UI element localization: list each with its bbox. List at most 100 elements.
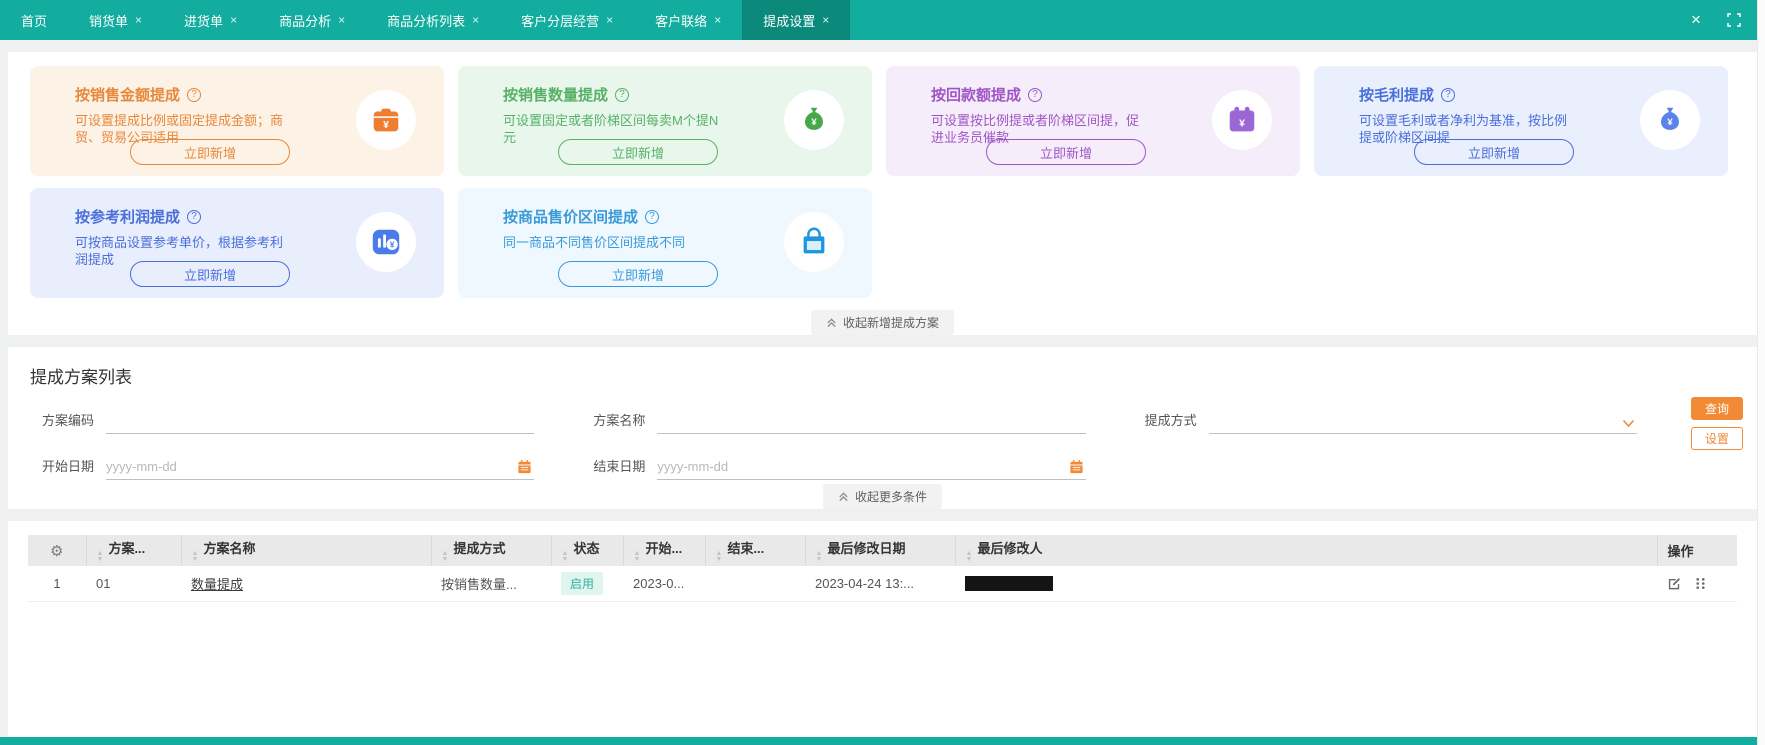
add-now-button[interactable]: 立即新增 [130, 261, 290, 287]
tab-label: 客户联络 [655, 13, 708, 29]
svg-text:¥: ¥ [1667, 117, 1673, 128]
tab[interactable]: 客户分层经营 × [500, 0, 634, 40]
sort-arrows-icon[interactable]: ▲ ▼ [562, 550, 569, 563]
card-gross-profit-commission: 按毛利提成 ? 可设置毛利或者净利为基准，按比例提或阶梯区间提 立即新增 ¥ [1314, 66, 1728, 176]
card-title: 按商品售价区间提成 [503, 209, 639, 226]
sort-arrows-icon[interactable]: ▲ ▼ [442, 550, 449, 563]
tab-close-icon[interactable]: × [135, 13, 142, 27]
tab-list: 首页 销货单 × 进货单 × 商品分析 × 商品分析列表 × 客户分层经营 × … [0, 0, 851, 40]
sort-arrows-icon[interactable]: ▲ ▼ [966, 550, 973, 563]
scheme-name-field: 方案名称 [589, 408, 1086, 434]
tab-label: 商品分析列表 [387, 13, 466, 29]
search-button[interactable]: 查询 [1691, 397, 1743, 420]
column-header[interactable]: ▲ ▼ 方案... [86, 535, 182, 566]
add-now-button[interactable]: 立即新增 [1414, 139, 1574, 165]
tab[interactable]: 销货单 × [68, 0, 163, 40]
sort-arrows-icon[interactable]: ▲ ▼ [97, 550, 104, 563]
tab-label: 客户分层经营 [521, 13, 600, 29]
column-header[interactable]: ▲ ▼ 最后修改日期 [805, 535, 956, 566]
sort-arrows-icon[interactable]: ▲ ▼ [816, 550, 823, 563]
row-modified-date: 2023-04-24 13:... [805, 566, 955, 602]
edit-icon[interactable] [1667, 576, 1682, 591]
svg-text:¥: ¥ [811, 117, 817, 128]
card-title: 按毛利提成 [1359, 87, 1435, 104]
card-description: 同一商品不同售价区间提成不同 [503, 235, 686, 250]
help-icon[interactable]: ? [187, 87, 202, 102]
moneybag-yen-icon: ¥ [784, 90, 844, 150]
tab[interactable]: 提成设置 × [742, 0, 851, 40]
add-now-button[interactable]: 立即新增 [130, 139, 290, 165]
settings-button[interactable]: 设置 [1691, 427, 1743, 450]
commission-method-label: 提成方式 [1144, 413, 1197, 428]
commission-cards-panel: 按销售金额提成 ? 可设置提成比例或固定提成金额；商贸、贸易公司适用 立即新增 … [8, 52, 1757, 335]
scheme-name-link[interactable]: 数量提成 [191, 577, 243, 592]
sort-arrows-icon[interactable]: ▲ ▼ [716, 550, 723, 563]
calendar-yen-icon: ¥ [1212, 90, 1272, 150]
scheme-code-field: 方案编码 [38, 408, 535, 434]
column-header[interactable]: ▲ ▼ 提成方式 [431, 535, 552, 566]
scheme-code-input[interactable] [106, 413, 535, 428]
svg-text:¥: ¥ [1239, 119, 1245, 130]
start-date-input[interactable] [106, 459, 535, 474]
close-all-tabs-icon[interactable]: × [1679, 0, 1713, 40]
status-badge: 启用 [561, 571, 604, 595]
commission-method-select[interactable] [1208, 413, 1637, 428]
section-title: 提成方案列表 [30, 368, 132, 387]
column-header[interactable]: ▲ ▼ 状态 [551, 535, 624, 566]
add-now-button[interactable]: 立即新增 [986, 139, 1146, 165]
grid-dots-icon[interactable] [1694, 577, 1707, 590]
card-payment-collection-commission: 按回款额提成 ? 可设置按比例提或者阶梯区间提，促进业务员催款 立即新增 ¥ [886, 66, 1300, 176]
chevron-down-icon[interactable] [1622, 419, 1635, 428]
end-date-input[interactable] [657, 459, 1086, 474]
calendar-icon[interactable] [517, 459, 532, 474]
filter-form: 方案编码 方案名称 提成方式 开始日期 yyyy-mm-dd 结束日期 yyyy… [8, 388, 1757, 480]
tab-close-icon[interactable]: × [822, 13, 829, 27]
table-row[interactable]: 1 01 数量提成 按销售数量... 启用 2023-0... 2023-04-… [28, 566, 1737, 602]
tab-close-icon[interactable]: × [714, 13, 721, 27]
end-date-field: 结束日期 [589, 454, 1086, 480]
column-header[interactable]: 操作 [1657, 535, 1737, 566]
card-sales-quantity-commission: 按销售数量提成 ? 可设置固定或者阶梯区间每卖M个提N元 立即新增 ¥ [458, 66, 872, 176]
help-icon[interactable]: ? [645, 209, 660, 224]
tab[interactable]: 商品分析 × [258, 0, 366, 40]
row-end-date [705, 566, 805, 602]
tab[interactable]: 首页 [0, 0, 68, 40]
calendar-icon[interactable] [1069, 459, 1084, 474]
row-index: 1 [28, 566, 86, 602]
column-header[interactable]: ▲ ▼ 结束... [705, 535, 806, 566]
add-now-button[interactable]: 立即新增 [558, 139, 718, 165]
help-icon[interactable]: ? [1441, 87, 1456, 102]
table-header-row: ⚙ ▲ ▼ 方案... ▲ ▼ 方案名称 ▲ ▼ 提成方式 ▲ ▼ 状态 ▲ ▼ 开始... ▲ ▼ 结… [28, 535, 1737, 566]
moneybag-yen-icon: ¥ [1640, 90, 1700, 150]
column-header[interactable]: ▲ ▼ 开始... [623, 535, 706, 566]
tab[interactable]: 客户联络 × [634, 0, 742, 40]
tab-close-icon[interactable]: × [338, 13, 345, 27]
tab-close-icon[interactable]: × [606, 13, 613, 27]
collapse-new-scheme-toggle[interactable]: 收起新增提成方案 [810, 310, 954, 335]
column-header[interactable]: ▲ ▼ 最后修改人 [955, 535, 1658, 566]
help-icon[interactable]: ? [615, 87, 630, 102]
help-icon[interactable]: ? [1028, 87, 1043, 102]
collapse-more-filters-toggle[interactable]: 收起更多条件 [822, 484, 942, 509]
sort-arrows-icon[interactable]: ▲ ▼ [192, 550, 199, 563]
add-now-button[interactable]: 立即新增 [558, 261, 718, 287]
commission-method-field: 提成方式 [1141, 408, 1637, 434]
fullscreen-icon[interactable] [1717, 0, 1751, 40]
tab[interactable]: 商品分析列表 × [366, 0, 500, 40]
page-scrollbar[interactable] [1757, 0, 1765, 745]
row-scheme-code: 01 [86, 566, 181, 602]
column-header[interactable]: ▲ ▼ 方案名称 [181, 535, 432, 566]
card-sales-amount-commission: 按销售金额提成 ? 可设置提成比例或固定提成金额；商贸、贸易公司适用 立即新增 … [30, 66, 444, 176]
card-price-range-commission: 按商品售价区间提成 ? 同一商品不同售价区间提成不同 立即新增 [458, 188, 872, 298]
column-settings-gear-icon[interactable]: ⚙ [28, 535, 87, 566]
svg-text:¥: ¥ [390, 240, 395, 250]
tab[interactable]: 进货单 × [163, 0, 258, 40]
tab-close-icon[interactable]: × [472, 13, 479, 27]
help-icon[interactable]: ? [187, 209, 202, 224]
purse-yen-icon: ¥ [356, 90, 416, 150]
tab-bar: 首页 销货单 × 进货单 × 商品分析 × 商品分析列表 × 客户分层经营 × … [0, 0, 1765, 40]
tab-close-icon[interactable]: × [230, 13, 237, 27]
scheme-name-input[interactable] [657, 413, 1086, 428]
sort-arrows-icon[interactable]: ▲ ▼ [634, 550, 641, 563]
tab-label: 销货单 [89, 13, 129, 29]
